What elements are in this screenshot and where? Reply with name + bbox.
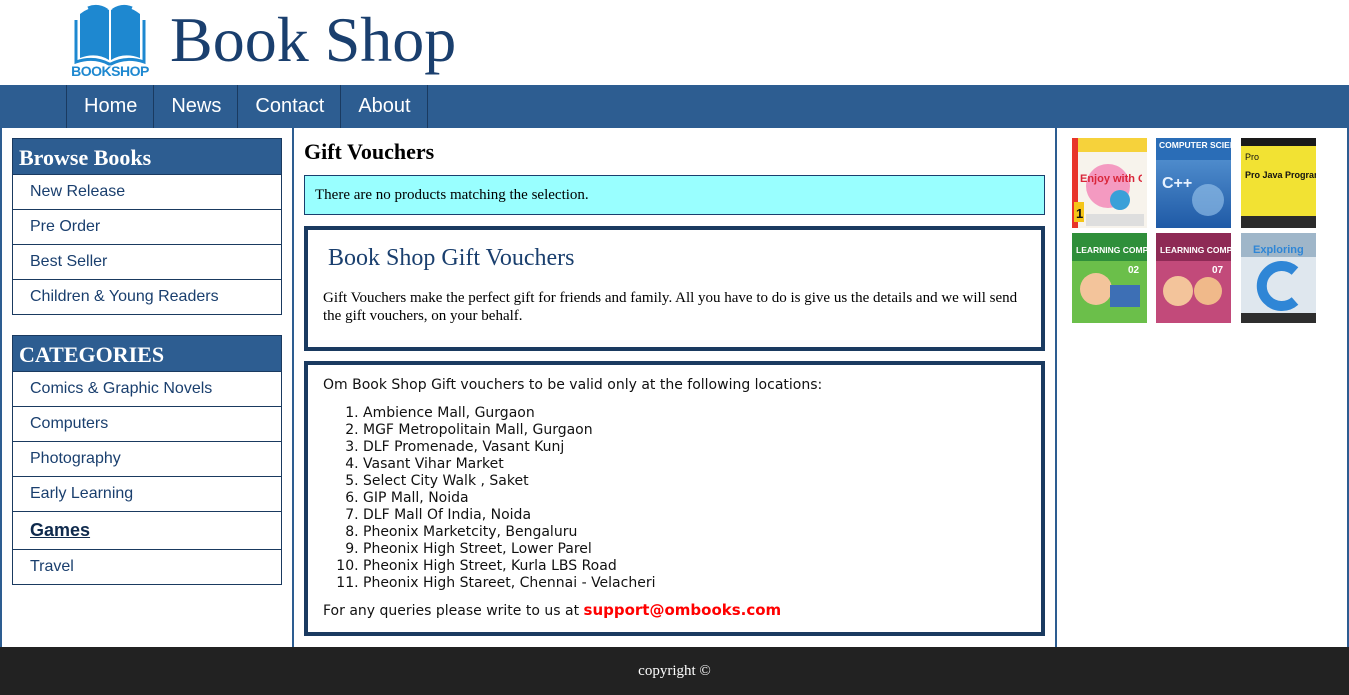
page-title: Gift Vouchers <box>304 139 435 164</box>
category-link[interactable]: Travel <box>13 550 281 583</box>
site-header: BOOKSHOP Book Shop <box>0 0 1349 85</box>
sidebar-link[interactable]: Children & Young Readers <box>13 280 281 313</box>
nav-link-news[interactable]: News <box>154 85 237 128</box>
book-cover-title: COMPUTER SCIENCE <box>1159 140 1231 150</box>
list-item: Pheonix Marketcity, Bengaluru <box>363 524 1026 541</box>
sidebar-item-children-young-readers[interactable]: Children & Young Readers <box>13 279 281 314</box>
locations-intro: Om Book Shop Gift vouchers to be valid o… <box>323 377 823 393</box>
site-title: Book Shop <box>170 4 457 75</box>
category-item-games[interactable]: Games <box>13 511 281 549</box>
list-item: MGF Metropolitain Mall, Gurgaon <box>363 422 1026 439</box>
sidebar-item-new-release[interactable]: New Release <box>13 174 281 209</box>
category-item-early-learning[interactable]: Early Learning <box>13 476 281 511</box>
list-item: Pheonix High Street, Lower Parel <box>363 541 1026 558</box>
book-cover-computer-science[interactable]: COMPUTER SCIENCE C++ <box>1156 138 1231 228</box>
nav-item-news[interactable]: News <box>154 85 239 128</box>
category-item-comics[interactable]: Comics & Graphic Novels <box>13 371 281 406</box>
site-footer: copyright © <box>0 647 1349 695</box>
logo-text: BOOKSHOP <box>71 63 149 79</box>
sidebar-item-pre-order[interactable]: Pre Order <box>13 209 281 244</box>
categories-heading: CATEGORIES <box>13 335 281 371</box>
copyright-text: copyright © <box>638 663 711 679</box>
gift-voucher-panel: Book Shop Gift Vouchers Gift Vouchers ma… <box>304 226 1045 351</box>
sidebar-link[interactable]: Pre Order <box>13 210 281 243</box>
categories-box: CATEGORIES Comics & Graphic Novels Compu… <box>12 335 282 585</box>
nav-link-home[interactable]: Home <box>67 85 153 128</box>
list-item: DLF Mall Of India, Noida <box>363 507 1026 524</box>
category-item-computers[interactable]: Computers <box>13 406 281 441</box>
list-item: Ambience Mall, Gurgaon <box>363 405 1026 422</box>
bookshop-logo[interactable]: BOOKSHOP <box>68 0 152 82</box>
nav-link-about[interactable]: About <box>341 85 426 128</box>
book-cover-title: LEARNING COMPUTERS <box>1160 245 1231 255</box>
category-link[interactable]: Comics & Graphic Novels <box>13 372 281 405</box>
list-item: GIP Mall, Noida <box>363 490 1026 507</box>
book-cover-title: LEARNING COMPUTERS <box>1076 245 1147 255</box>
book-cover-title: Exploring <box>1253 244 1304 256</box>
browse-books-heading: Browse Books <box>13 138 281 174</box>
sidebar-item-best-seller[interactable]: Best Seller <box>13 244 281 279</box>
category-link[interactable]: Photography <box>13 442 281 475</box>
query-text: For any queries please write to us at <box>323 603 584 619</box>
browse-books-box: Browse Books New Release Pre Order Best … <box>12 138 282 315</box>
book-cover-label: Pro <box>1245 152 1259 162</box>
category-item-travel[interactable]: Travel <box>13 549 281 584</box>
category-item-photography[interactable]: Photography <box>13 441 281 476</box>
main-nav: Home News Contact About <box>0 85 1349 128</box>
no-products-notice: There are no products matching the selec… <box>304 175 1045 215</box>
list-item: Pheonix High Stareet, Chennai - Velacher… <box>363 575 1026 592</box>
book-cover-badge: 1 <box>1076 206 1083 221</box>
book-cover-title: Enjoy with Computers <box>1080 173 1142 185</box>
category-link-active[interactable]: Games <box>13 512 281 549</box>
nav-item-contact[interactable]: Contact <box>238 85 342 128</box>
nav-item-about[interactable]: About <box>341 85 428 128</box>
book-cover-learning-computers-02[interactable]: LEARNING COMPUTERS 02 <box>1072 233 1147 323</box>
open-book-icon <box>74 4 146 66</box>
gift-voucher-heading: Book Shop Gift Vouchers <box>328 245 575 271</box>
list-item: Select City Walk , Saket <box>363 473 1026 490</box>
list-item: DLF Promenade, Vasant Kunj <box>363 439 1026 456</box>
book-cover-enjoy-computers[interactable]: Enjoy with Computers 1 <box>1072 138 1147 228</box>
support-email-link[interactable]: support@ombooks.com <box>584 601 782 619</box>
book-cover-learning-computers-07[interactable]: LEARNING COMPUTERS 07 <box>1156 233 1231 323</box>
locations-panel: Om Book Shop Gift vouchers to be valid o… <box>304 361 1045 636</box>
category-link[interactable]: Early Learning <box>13 477 281 510</box>
nav-item-home[interactable]: Home <box>67 85 155 128</box>
book-cover-badge: 02 <box>1128 265 1140 276</box>
category-link[interactable]: Computers <box>13 407 281 440</box>
book-cover-exploring-c[interactable]: Exploring C <box>1241 233 1316 323</box>
book-cover-badge: 07 <box>1212 265 1224 276</box>
sidebar-link[interactable]: Best Seller <box>13 245 281 278</box>
query-line: For any queries please write to us at su… <box>323 600 1026 621</box>
sidebar-link[interactable]: New Release <box>13 175 281 208</box>
list-item: Vasant Vihar Market <box>363 456 1026 473</box>
book-cover-title: Pro Java Programming <box>1245 170 1316 180</box>
gift-voucher-description: Gift Vouchers make the perfect gift for … <box>323 290 1018 324</box>
nav-link-contact[interactable]: Contact <box>238 85 340 128</box>
book-cover-subtitle: C++ <box>1162 175 1192 192</box>
list-item: Pheonix High Street, Kurla LBS Road <box>363 558 1026 575</box>
locations-list: Ambience Mall, Gurgaon MGF Metropolitain… <box>363 405 1026 592</box>
book-cover-pro-java[interactable]: Pro Pro Java Programming <box>1241 138 1316 228</box>
